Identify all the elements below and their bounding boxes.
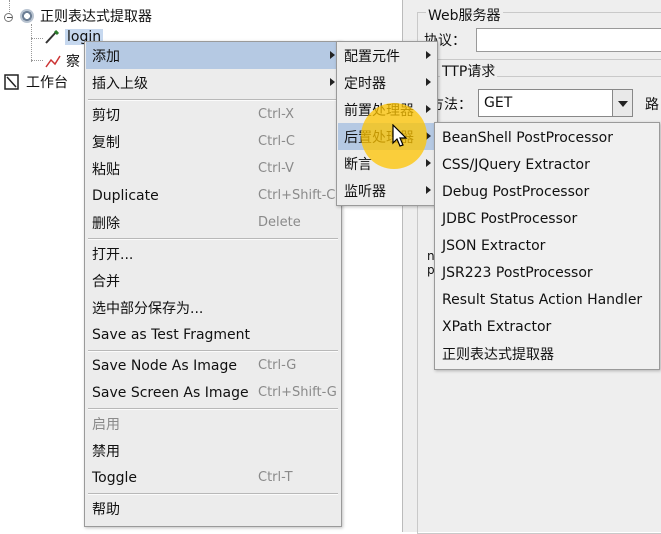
submenu-arrow-icon (330, 78, 335, 86)
menu-item-label: BeanShell PostProcessor (442, 129, 613, 146)
menu-item-xpath-extractor[interactable]: XPath Extractor (436, 313, 658, 340)
menu-item-enable: 启用 (86, 410, 340, 437)
web-server-title: Web服务器 (426, 5, 503, 25)
menu-item-label: Save as Test Fragment (92, 326, 251, 343)
menu-item-paste[interactable]: 粘贴 Ctrl-V (86, 155, 340, 182)
menu-item-regex-extractor[interactable]: 正则表达式提取器 (436, 340, 658, 367)
menu-item-label: XPath Extractor (442, 318, 552, 335)
menu-item-label: Toggle (92, 469, 138, 486)
menu-item-open[interactable]: 打开... (86, 240, 340, 267)
submenu-arrow-icon (330, 51, 335, 59)
menu-item-cut[interactable]: 剪切 Ctrl-X (86, 101, 340, 128)
menu-item-label: JDBC PostProcessor (442, 210, 578, 227)
menu-item-label: Duplicate (92, 187, 159, 204)
protocol-input[interactable] (476, 28, 661, 52)
menu-item-shortcut: Ctrl-X (258, 107, 295, 122)
method-select[interactable]: GET (478, 89, 633, 117)
menu-item-label: JSR223 PostProcessor (442, 264, 593, 281)
menu-item-shortcut: Ctrl+Shift-G (258, 385, 337, 400)
menu-item-label: 复制 (92, 134, 120, 151)
menu-item-shortcut: Delete (258, 215, 301, 230)
menu-item-jdbc-postprocessor[interactable]: JDBC PostProcessor (436, 205, 658, 232)
menu-item-shortcut: Ctrl-T (258, 470, 293, 485)
menu-item-label: 定时器 (344, 75, 386, 92)
menu-item-label: CSS/JQuery Extractor (442, 156, 590, 173)
menu-item-result-status-action-handler[interactable]: Result Status Action Handler (436, 286, 658, 313)
menu-item-label: Save Screen As Image (92, 384, 249, 401)
menu-item-json-extractor[interactable]: JSON Extractor (436, 232, 658, 259)
menu-item-shortcut: Ctrl+Shift-C (258, 188, 336, 203)
menu-item-save-test-fragment[interactable]: Save as Test Fragment (86, 321, 340, 348)
menu-item-label: 正则表达式提取器 (442, 346, 554, 363)
menu-item-timer[interactable]: 定时器 (338, 69, 436, 96)
menu-item-label: Debug PostProcessor (442, 183, 590, 200)
context-menu: 添加 插入上级 剪切 Ctrl-X 复制 Ctrl-C 粘贴 Ctrl-V Dupli… (84, 41, 342, 527)
menu-item-copy[interactable]: 复制 Ctrl-C (86, 128, 340, 155)
tree-node-label: 工作台 (26, 75, 68, 91)
post-processor-submenu: BeanShell PostProcessor CSS/JQuery Extra… (434, 122, 660, 370)
menu-item-shortcut: Ctrl-V (258, 161, 294, 176)
menu-item-disable[interactable]: 禁用 (86, 437, 340, 464)
menu-item-label: JSON Extractor (442, 237, 546, 254)
menu-item-label: 打开... (92, 246, 134, 263)
menu-item-shortcut: Ctrl-C (258, 134, 295, 149)
menu-item-label: 粘贴 (92, 161, 120, 178)
menu-item-label: 启用 (92, 416, 120, 433)
menu-item-label: 选中部分保存为... (92, 300, 204, 317)
menu-item-css-jquery-extractor[interactable]: CSS/JQuery Extractor (436, 151, 658, 178)
menu-item-save-screen-image[interactable]: Save Screen As Image Ctrl+Shift-G (86, 379, 340, 406)
menu-item-beanshell-postprocessor[interactable]: BeanShell PostProcessor (436, 124, 658, 151)
menu-item-label: 添加 (92, 48, 120, 65)
chevron-down-icon[interactable] (612, 90, 632, 116)
mouse-cursor-icon (392, 124, 408, 147)
path-label: 路 (645, 97, 659, 113)
menu-item-label: 禁用 (92, 443, 120, 460)
menu-item-merge[interactable]: 合并 (86, 267, 340, 294)
menu-item-save-selection[interactable]: 选中部分保存为... (86, 294, 340, 321)
menu-item-config-element[interactable]: 配置元件 (338, 42, 436, 69)
menu-item-label: 剪切 (92, 107, 120, 124)
menu-item-label: 合并 (92, 273, 120, 290)
workbench-icon (4, 74, 19, 90)
menu-item-listener[interactable]: 监听器 (338, 177, 436, 204)
collapse-handle-icon[interactable] (4, 11, 14, 22)
tree-node-regex-extractor[interactable]: 正则表达式提取器 (4, 6, 152, 26)
menu-item-add[interactable]: 添加 (86, 42, 340, 69)
gear-icon (20, 9, 34, 23)
menu-item-label: 帮助 (92, 501, 120, 518)
menu-item-toggle[interactable]: Toggle Ctrl-T (86, 464, 340, 491)
menu-item-label: Save Node As Image (92, 357, 237, 374)
menu-item-label: Result Status Action Handler (442, 291, 643, 308)
submenu-arrow-icon (426, 51, 431, 59)
tree-node-label: 正则表达式提取器 (40, 9, 152, 25)
menu-item-insert-parent[interactable]: 插入上级 (86, 69, 340, 96)
menu-item-debug-postprocessor[interactable]: Debug PostProcessor (436, 178, 658, 205)
menu-item-label: 插入上级 (92, 75, 148, 92)
menu-item-delete[interactable]: 删除 Delete (86, 209, 340, 236)
sampler-pen-icon (45, 29, 60, 44)
submenu-arrow-icon (426, 105, 431, 113)
tree-node-partial[interactable]: 察 (44, 51, 80, 71)
tree-node-label: 察 (66, 54, 80, 70)
menu-item-duplicate[interactable]: Duplicate Ctrl+Shift-C (86, 182, 340, 209)
method-select-value: GET (484, 95, 513, 111)
menu-item-shortcut: Ctrl-G (258, 358, 297, 373)
menu-item-label: 配置元件 (344, 48, 400, 65)
listener-graph-icon (45, 55, 61, 68)
menu-item-help[interactable]: 帮助 (86, 495, 340, 522)
menu-item-jsr223-postprocessor[interactable]: JSR223 PostProcessor (436, 259, 658, 286)
submenu-arrow-icon (426, 78, 431, 86)
http-request-title: TTP请求 (440, 61, 498, 81)
menu-item-label: 删除 (92, 215, 120, 232)
tree-node-workbench[interactable]: 工作台 (4, 72, 68, 92)
menu-item-label: 监听器 (344, 183, 386, 200)
menu-item-save-node-image[interactable]: Save Node As Image Ctrl-G (86, 352, 340, 379)
submenu-arrow-icon (426, 159, 431, 167)
submenu-arrow-icon (426, 186, 431, 194)
